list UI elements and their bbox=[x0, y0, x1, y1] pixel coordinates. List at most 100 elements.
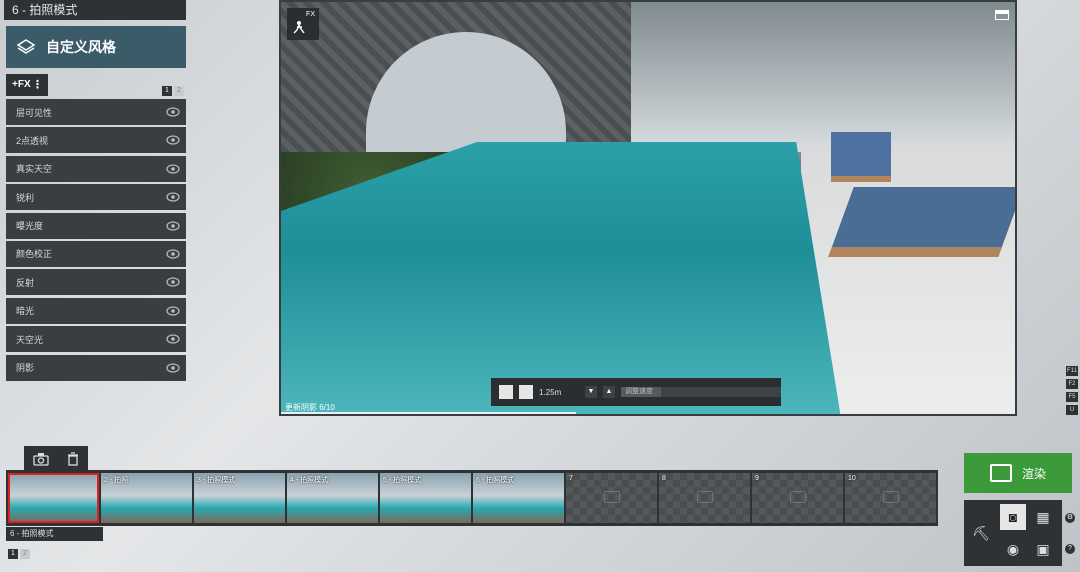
snapshot-thumbnail[interactable] bbox=[8, 473, 99, 523]
empty-camera-icon bbox=[883, 491, 899, 503]
eye-icon[interactable] bbox=[166, 334, 180, 344]
lounger-render bbox=[828, 187, 1015, 257]
fx-item[interactable]: 曝光度 bbox=[6, 212, 186, 239]
snapshot-thumbnail[interactable]: 3 - 拍照模式 bbox=[194, 473, 285, 523]
fx-item[interactable]: 2点透视 bbox=[6, 127, 186, 154]
fx-item-label: 2点透视 bbox=[16, 135, 49, 146]
add-fx-button[interactable]: +FX ⋮ bbox=[6, 74, 48, 96]
fx-item-label: 锐利 bbox=[16, 192, 35, 203]
render-progress-bar bbox=[281, 412, 577, 414]
speed-slider-label: 调整速度 bbox=[625, 388, 653, 395]
snapshot-label: 10 bbox=[848, 475, 856, 482]
eye-icon[interactable] bbox=[166, 277, 180, 287]
video-camera-icon[interactable] bbox=[519, 385, 533, 399]
key-u[interactable]: U bbox=[1066, 405, 1078, 415]
eye-icon[interactable] bbox=[166, 135, 180, 145]
snapshot-thumbnail[interactable]: 6 - 拍照模式 bbox=[473, 473, 564, 523]
snapshot-label: 3 - 拍照模式 bbox=[197, 477, 236, 484]
mode-title: 6 - 拍照模式 bbox=[4, 0, 186, 20]
pool-render bbox=[281, 142, 841, 414]
camera-height-value: 1.25m bbox=[539, 387, 562, 397]
scene-viewport[interactable]: FX 1.25m ▼ ▲ 调整速度 更新阴影 6/10 bbox=[279, 0, 1017, 416]
fx-menu-icon[interactable]: ⋮ bbox=[32, 74, 43, 96]
eye-icon[interactable] bbox=[166, 306, 180, 316]
key-f5[interactable]: F5 bbox=[1066, 392, 1078, 402]
eye-icon[interactable] bbox=[166, 192, 180, 202]
help-icon[interactable]: ? bbox=[1065, 544, 1075, 554]
fx-item[interactable]: 真实天空 bbox=[6, 155, 186, 182]
snapshot-label: 5 - 拍照模式 bbox=[383, 477, 422, 484]
eye-icon[interactable] bbox=[166, 164, 180, 174]
fx-item-label: 曝光度 bbox=[16, 221, 44, 232]
render-button[interactable]: 渲染 bbox=[964, 453, 1072, 493]
key-f11[interactable]: F11 bbox=[1066, 366, 1078, 376]
fx-item-label: 天空光 bbox=[16, 334, 44, 345]
custom-style-title: 自定义风格 bbox=[46, 39, 116, 55]
snapshot-label: 9 bbox=[755, 475, 759, 482]
snapshot-thumbnail[interactable]: 5 - 拍照模式 bbox=[380, 473, 471, 523]
strip-page-1[interactable]: 1 bbox=[8, 549, 18, 559]
fx-page-1[interactable]: 1 bbox=[162, 86, 172, 96]
fx-list: 层可见性 2点透视真实天空锐利曝光度颜色校正 反射暗光天空光阴影 bbox=[6, 99, 186, 383]
save-icon[interactable]: ▣ bbox=[1030, 536, 1056, 562]
snapshot-thumbnail[interactable]: 4 - 拍照模式 bbox=[287, 473, 378, 523]
shortcut-keys: F11 F2 F5 U bbox=[1066, 366, 1078, 415]
fx-item-label: 真实天空 bbox=[16, 164, 53, 175]
camera-height-icon[interactable] bbox=[499, 385, 513, 399]
walker-icon bbox=[293, 21, 305, 34]
strip-pager: 1 2 bbox=[8, 549, 30, 559]
fx-item[interactable]: 暗光 bbox=[6, 297, 186, 324]
snapshot-thumbnail[interactable]: 9 bbox=[752, 473, 843, 523]
snapshot-label: 6 - 拍照模式 bbox=[476, 477, 515, 484]
fx-badge-icon[interactable]: FX bbox=[287, 8, 319, 40]
empty-camera-icon bbox=[790, 491, 806, 503]
panorama-mode-icon[interactable]: ◉ bbox=[1000, 536, 1026, 562]
trash-icon[interactable] bbox=[66, 452, 80, 466]
snapshot-toolbar bbox=[24, 446, 88, 472]
eye-icon[interactable] bbox=[166, 362, 180, 373]
snapshot-thumbnail[interactable]: 10 bbox=[845, 473, 936, 523]
mode-switcher: ⛏ ◙ ▦ ◉ ▣ bbox=[964, 500, 1062, 566]
fx-badge-label: FX bbox=[306, 11, 315, 18]
strip-page-2[interactable]: 2 bbox=[20, 549, 30, 559]
fx-item[interactable]: 天空光 bbox=[6, 326, 186, 353]
settings-gear-icon[interactable]: ⚙ bbox=[1065, 513, 1075, 523]
snapshot-thumbnail[interactable]: 7 bbox=[566, 473, 657, 523]
fx-item-label: 暗光 bbox=[16, 306, 35, 317]
fx-item[interactable]: 层可见性 bbox=[6, 99, 186, 125]
fx-item[interactable]: 锐利 bbox=[6, 184, 186, 211]
photo-mode-icon[interactable]: ◙ bbox=[1000, 504, 1026, 530]
speed-slider[interactable]: 调整速度 bbox=[621, 387, 781, 397]
fx-item-label: 层可见性 bbox=[16, 107, 53, 118]
custom-style-header[interactable]: 自定义风格 bbox=[6, 26, 186, 68]
key-f2[interactable]: F2 bbox=[1066, 379, 1078, 389]
snapshot-thumbnail[interactable]: 2 - 拍照 bbox=[101, 473, 192, 523]
selected-snapshot-caption: 6 - 拍照模式 bbox=[6, 527, 103, 541]
snapshot-label: 2 - 拍照 bbox=[104, 477, 129, 484]
fx-item[interactable]: 阴影 bbox=[6, 354, 186, 381]
layers-icon bbox=[16, 39, 36, 54]
snapshot-label: 4 - 拍照模式 bbox=[290, 477, 329, 484]
maximize-icon[interactable] bbox=[995, 10, 1009, 20]
add-camera-icon[interactable] bbox=[32, 452, 49, 466]
snapshot-strip: 2 - 拍照 3 - 拍照模式 4 - 拍照模式 5 - 拍照模式 6 - 拍照模式 7 8… bbox=[6, 470, 938, 526]
picture-icon bbox=[989, 464, 1012, 482]
fx-item-label: 阴影 bbox=[16, 363, 35, 374]
snapshot-label: 7 bbox=[569, 475, 573, 482]
snapshot-thumbnail[interactable]: 8 bbox=[659, 473, 750, 523]
fx-pager: 1 2 bbox=[162, 86, 184, 96]
chevron-down-icon[interactable]: ▼ bbox=[585, 386, 597, 398]
fx-page-2[interactable]: 2 bbox=[174, 86, 184, 96]
chair-render bbox=[831, 132, 891, 182]
fx-item[interactable]: 颜色校正 bbox=[6, 240, 186, 267]
movie-mode-icon[interactable]: ▦ bbox=[1030, 504, 1056, 530]
eye-icon[interactable] bbox=[166, 249, 180, 259]
render-button-label: 渲染 bbox=[1021, 466, 1046, 481]
viewport-toolbar: 1.25m ▼ ▲ 调整速度 bbox=[491, 378, 781, 406]
build-mode-icon[interactable]: ⛏ bbox=[968, 520, 994, 546]
eye-icon[interactable] bbox=[166, 107, 180, 117]
fx-item[interactable]: 反射 bbox=[6, 269, 186, 296]
empty-camera-icon bbox=[604, 491, 620, 503]
chevron-up-icon[interactable]: ▲ bbox=[603, 386, 615, 398]
eye-icon[interactable] bbox=[166, 220, 180, 231]
